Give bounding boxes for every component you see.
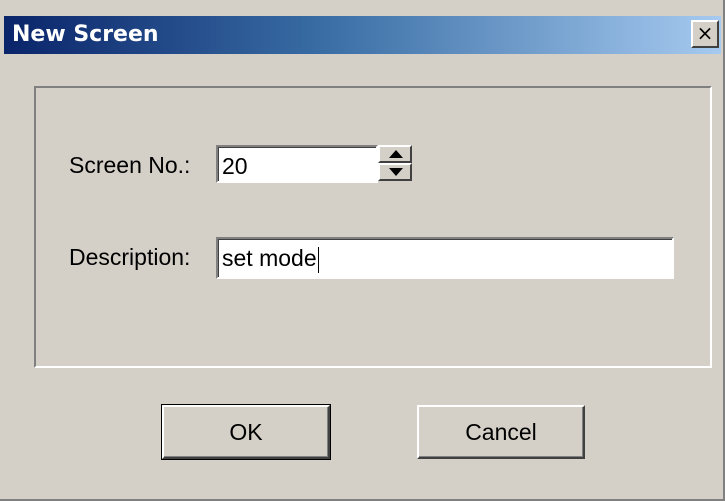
description-label: Description:	[69, 244, 191, 270]
cancel-button-label: Cancel	[465, 419, 537, 445]
text-caret	[317, 246, 319, 273]
description-input[interactable]: set mode	[216, 237, 674, 279]
ok-button[interactable]: OK	[161, 404, 331, 460]
cancel-button[interactable]: Cancel	[417, 405, 585, 459]
spin-up-icon	[389, 150, 403, 158]
close-icon: ×	[696, 21, 714, 45]
close-button[interactable]: ×	[691, 20, 719, 48]
spin-down-icon	[389, 168, 403, 176]
dialog-titlebar[interactable]: New Screen ×	[4, 16, 721, 54]
spin-up-button[interactable]	[378, 145, 412, 163]
screen-no-label: Screen No.:	[69, 152, 191, 178]
screen-no-input[interactable]: 20	[216, 145, 378, 183]
spin-down-button[interactable]	[378, 163, 412, 181]
dialog-title: New Screen	[12, 22, 159, 47]
description-value: set mode	[222, 245, 317, 271]
new-screen-dialog: New Screen × Screen No.: 20 Description:…	[0, 0, 725, 501]
screen-no-spinner[interactable]	[378, 145, 414, 183]
form-group-box	[34, 86, 712, 368]
ok-button-label: OK	[229, 419, 263, 445]
screen-no-value: 20	[222, 153, 248, 179]
